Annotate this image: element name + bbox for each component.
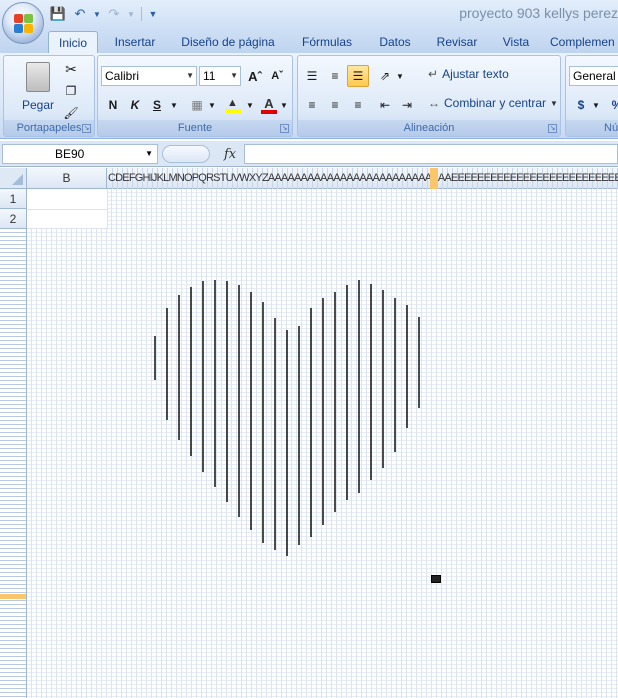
shrink-font-icon[interactable]: Aˇ xyxy=(266,65,288,87)
underline-button[interactable]: S xyxy=(146,94,168,116)
chevron-down-icon: ▼ xyxy=(230,71,238,80)
orientation-dropdown-icon[interactable]: ▼ xyxy=(394,65,406,87)
clipboard-group-label: Portapapeles xyxy=(4,120,94,136)
tab-diseno-pagina[interactable]: Diseño de página xyxy=(176,31,280,53)
ribbon-tabs: Inicio Insertar Diseño de página Fórmula… xyxy=(0,28,618,53)
tab-inicio[interactable]: Inicio xyxy=(48,31,98,53)
toolbar-separator xyxy=(141,7,142,21)
merge-center-button[interactable]: ↔ Combinar y centrar ▼ xyxy=(428,96,558,110)
tab-datos[interactable]: Datos xyxy=(372,31,418,53)
align-top-icon[interactable]: ☰ xyxy=(301,65,323,87)
office-button[interactable] xyxy=(2,2,44,44)
formula-bar: BE90 ▼ fx xyxy=(0,141,618,167)
redo-dropdown-icon[interactable]: ▼ xyxy=(126,5,136,23)
orientation-icon[interactable]: ⇗ xyxy=(374,65,396,87)
alignment-group: ☰ ≡ ☰ ⇗ ▼ ≡ ≡ ≡ ⇤ ⇥ ↵ Ajustar texto ↔ Co… xyxy=(297,55,561,137)
font-size-select[interactable]: 11 ▼ xyxy=(199,66,241,86)
align-left-icon[interactable]: ≡ xyxy=(301,94,323,116)
font-color-dropdown-icon[interactable]: ▼ xyxy=(278,94,290,116)
formula-tools: fx xyxy=(162,144,244,164)
customize-toolbar-icon[interactable]: ▼ xyxy=(147,5,159,23)
font-color-icon[interactable]: A xyxy=(258,94,280,116)
merge-center-icon: ↔ xyxy=(428,96,440,110)
fill-dropdown-icon[interactable]: ▼ xyxy=(244,94,256,116)
tab-complementos[interactable]: Complemen xyxy=(550,31,618,53)
decrease-indent-icon[interactable]: ⇤ xyxy=(374,94,396,116)
window-title: proyecto 903 kellys perez xyxy=(459,5,618,21)
font-name-select[interactable]: Calibri ▼ xyxy=(101,66,197,86)
number-format-select[interactable]: General xyxy=(569,66,618,86)
font-size-value: 11 xyxy=(203,69,216,83)
align-center-icon[interactable]: ≡ xyxy=(324,94,346,116)
percent-button[interactable]: % xyxy=(606,94,618,116)
font-launcher-icon[interactable]: ↘ xyxy=(280,124,289,133)
bold-button[interactable]: N xyxy=(102,94,124,116)
worksheet: 1 2 B CDEFGHIJKLMNOPQRSTUVWXYZAAAAAAAAAA… xyxy=(0,168,618,698)
undo-icon[interactable]: ↶ xyxy=(70,5,90,23)
heart-line-drawing xyxy=(154,280,420,556)
quick-access-toolbar: 💾 ↶ ▼ ↷ ▼ ▼ xyxy=(48,4,159,24)
number-format-value: General xyxy=(573,69,616,83)
title-bar: 💾 ↶ ▼ ↷ ▼ ▼ proyecto 903 kellys perez xyxy=(0,0,618,28)
increase-indent-icon[interactable]: ⇥ xyxy=(396,94,418,116)
cut-icon[interactable]: ✂ xyxy=(60,58,82,80)
tab-formulas[interactable]: Fórmulas xyxy=(296,31,358,53)
formula-cancel-enter[interactable] xyxy=(162,145,210,163)
clipboard-group: Pegar ✂ ❐ 🖌 Portapapeles ↘ xyxy=(3,55,95,137)
chevron-down-icon: ▼ xyxy=(145,149,153,158)
number-group-label: Nú xyxy=(566,120,618,136)
office-logo-icon xyxy=(14,14,34,34)
clipboard-icon xyxy=(26,62,50,92)
ribbon: Pegar ✂ ❐ 🖌 Portapapeles ↘ Calibri ▼ 11 … xyxy=(0,53,618,139)
wrap-text-button[interactable]: ↵ Ajustar texto xyxy=(428,67,509,81)
name-box-value: BE90 xyxy=(55,147,85,161)
chevron-down-icon: ▼ xyxy=(186,71,194,80)
redo-icon[interactable]: ↷ xyxy=(104,5,124,23)
alignment-group-label: Alineación xyxy=(298,120,560,136)
undo-dropdown-icon[interactable]: ▼ xyxy=(92,5,102,23)
font-group: Calibri ▼ 11 ▼ Aˆ Aˇ N K S ▼ ▦ ▼ ▲ ▼ A ▼ xyxy=(97,55,293,137)
italic-button[interactable]: K xyxy=(124,94,146,116)
borders-icon[interactable]: ▦ xyxy=(186,94,208,116)
fill-color-icon[interactable]: ▲ xyxy=(222,94,244,116)
tab-revisar[interactable]: Revisar xyxy=(432,31,482,53)
tab-vista[interactable]: Vista xyxy=(496,31,536,53)
alignment-launcher-icon[interactable]: ↘ xyxy=(548,124,557,133)
wrap-text-label: Ajustar texto xyxy=(442,67,509,81)
save-icon[interactable]: 💾 xyxy=(48,5,68,23)
tab-insertar[interactable]: Insertar xyxy=(108,31,162,53)
copy-icon[interactable]: ❐ xyxy=(60,80,82,102)
currency-dropdown-icon[interactable]: ▼ xyxy=(590,94,602,116)
clipboard-launcher-icon[interactable]: ↘ xyxy=(82,124,91,133)
font-group-label: Fuente xyxy=(98,120,292,136)
font-name-value: Calibri xyxy=(105,69,140,83)
paste-button[interactable]: Pegar xyxy=(18,60,58,118)
align-middle-icon[interactable]: ≡ xyxy=(324,65,346,87)
align-bottom-icon[interactable]: ☰ xyxy=(347,65,369,87)
paste-options-icon[interactable] xyxy=(431,575,441,583)
insert-function-button[interactable]: fx xyxy=(224,147,236,162)
number-group: General $ ▼ % Nú xyxy=(565,55,618,137)
borders-dropdown-icon[interactable]: ▼ xyxy=(206,94,218,116)
currency-button[interactable]: $ xyxy=(570,94,592,116)
wrap-text-icon: ↵ xyxy=(428,67,439,81)
underline-dropdown-icon[interactable]: ▼ xyxy=(168,94,180,116)
chevron-down-icon: ▼ xyxy=(550,98,558,108)
name-box[interactable]: BE90 ▼ xyxy=(2,144,158,164)
grow-font-icon[interactable]: Aˆ xyxy=(244,65,266,87)
paste-label: Pegar xyxy=(21,98,55,112)
formula-input[interactable] xyxy=(244,144,618,164)
merge-center-label: Combinar y centrar xyxy=(444,96,547,110)
align-right-icon[interactable]: ≡ xyxy=(347,94,369,116)
